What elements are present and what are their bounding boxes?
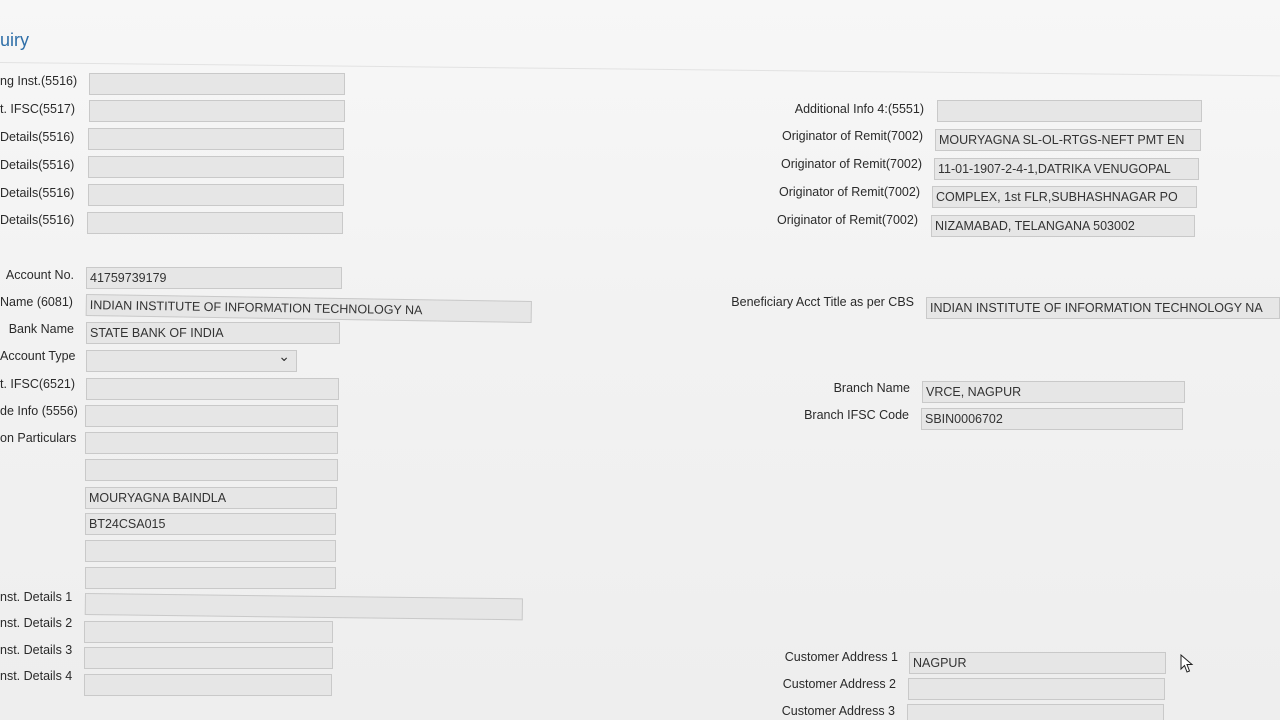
inst-details-4-field[interactable] bbox=[84, 674, 332, 696]
originator-1-label: Originator of Remit(7002) bbox=[781, 129, 923, 143]
branch-name-label: Branch Name bbox=[833, 381, 910, 395]
mouse-pointer-icon bbox=[1180, 654, 1194, 673]
details-2-field[interactable] bbox=[88, 156, 344, 178]
details-4-field[interactable] bbox=[87, 212, 343, 234]
branch-ifsc-label: Branch IFSC Code bbox=[804, 408, 909, 422]
customer-address-2-field[interactable] bbox=[908, 678, 1165, 700]
inst-details-1-field[interactable] bbox=[84, 593, 523, 621]
remittance-enquiry-form: uiry ng Inst.(5516) t. IFSC(5517) Detail… bbox=[0, 0, 1280, 720]
bank-name-field[interactable]: STATE BANK OF INDIA bbox=[86, 322, 340, 344]
additional-info-4-field[interactable] bbox=[937, 100, 1202, 122]
originator-4-field[interactable]: NIZAMABAD, TELANGANA 503002 bbox=[931, 215, 1195, 237]
particulars-field-1[interactable] bbox=[85, 432, 338, 454]
details-4-label: Details(5516) bbox=[0, 213, 75, 227]
particulars-field-4[interactable]: BT24CSA015 bbox=[85, 513, 336, 535]
customer-address-1-field[interactable]: NAGPUR bbox=[909, 652, 1166, 674]
branch-name-field[interactable]: VRCE, NAGPUR bbox=[922, 381, 1185, 403]
code-info-label: de Info (5556) bbox=[0, 404, 78, 418]
inst-details-3-field[interactable] bbox=[84, 647, 333, 669]
originator-2-label: Originator of Remit(7002) bbox=[780, 157, 922, 171]
details-3-label: Details(5516) bbox=[0, 186, 75, 200]
inst-details-2-field[interactable] bbox=[84, 621, 333, 643]
originator-4-label: Originator of Remit(7002) bbox=[776, 213, 918, 227]
sending-inst-field[interactable] bbox=[89, 73, 345, 95]
beneficiary-title-field[interactable]: INDIAN INSTITUTE OF INFORMATION TECHNOLO… bbox=[926, 297, 1280, 319]
details-3-field[interactable] bbox=[88, 184, 344, 206]
originator-2-field[interactable]: 11-01-1907-2-4-1,DATRIKA VENUGOPAL bbox=[934, 158, 1199, 180]
account-type-label: Account Type bbox=[0, 349, 76, 363]
customer-address-3-field[interactable] bbox=[907, 704, 1164, 720]
account-type-select[interactable] bbox=[86, 350, 297, 372]
particulars-field-2[interactable] bbox=[85, 459, 338, 481]
details-1-label: Details(5516) bbox=[0, 130, 75, 144]
particulars-field-6[interactable] bbox=[85, 567, 336, 589]
branch-ifsc-field[interactable]: SBIN0006702 bbox=[921, 408, 1183, 430]
originator-1-field[interactable]: MOURYAGNA SL-OL-RTGS-NEFT PMT EN bbox=[935, 129, 1201, 151]
ifsc-5517-label: t. IFSC(5517) bbox=[0, 102, 76, 116]
beneficiary-name-label: Name (6081) bbox=[0, 295, 73, 309]
ifsc-6521-label: t. IFSC(6521) bbox=[0, 377, 76, 391]
customer-address-1-label: Customer Address 1 bbox=[784, 650, 898, 664]
account-no-label: Account No. bbox=[5, 268, 74, 282]
inst-details-3-label: nst. Details 3 bbox=[0, 643, 73, 657]
bank-name-label: Bank Name bbox=[8, 322, 74, 336]
details-2-label: Details(5516) bbox=[0, 158, 75, 172]
originator-3-label: Originator of Remit(7002) bbox=[778, 185, 920, 199]
beneficiary-name-field[interactable]: INDIAN INSTITUTE OF INFORMATION TECHNOLO… bbox=[85, 294, 532, 324]
additional-info-4-label: Additional Info 4:(5551) bbox=[794, 102, 924, 116]
ifsc-6521-field[interactable] bbox=[86, 378, 339, 400]
sending-inst-label: ng Inst.(5516) bbox=[0, 74, 78, 88]
ifsc-5517-field[interactable] bbox=[89, 100, 345, 122]
particulars-field-5[interactable] bbox=[85, 540, 336, 562]
customer-address-2-label: Customer Address 2 bbox=[782, 677, 896, 691]
inst-details-2-label: nst. Details 2 bbox=[0, 616, 73, 630]
particulars-label: on Particulars bbox=[0, 431, 77, 445]
particulars-field-3[interactable]: MOURYAGNA BAINDLA bbox=[85, 487, 337, 509]
originator-3-field[interactable]: COMPLEX, 1st FLR,SUBHASHNAGAR PO bbox=[932, 186, 1197, 208]
inst-details-1-label: nst. Details 1 bbox=[0, 590, 73, 604]
customer-address-3-label: Customer Address 3 bbox=[781, 704, 895, 718]
code-info-field[interactable] bbox=[85, 405, 338, 427]
beneficiary-title-label: Beneficiary Acct Title as per CBS bbox=[731, 295, 914, 309]
details-1-field[interactable] bbox=[88, 128, 344, 150]
page-title: uiry bbox=[0, 30, 30, 50]
account-no-field[interactable]: 41759739179 bbox=[86, 267, 342, 289]
inst-details-4-label: nst. Details 4 bbox=[0, 669, 73, 683]
